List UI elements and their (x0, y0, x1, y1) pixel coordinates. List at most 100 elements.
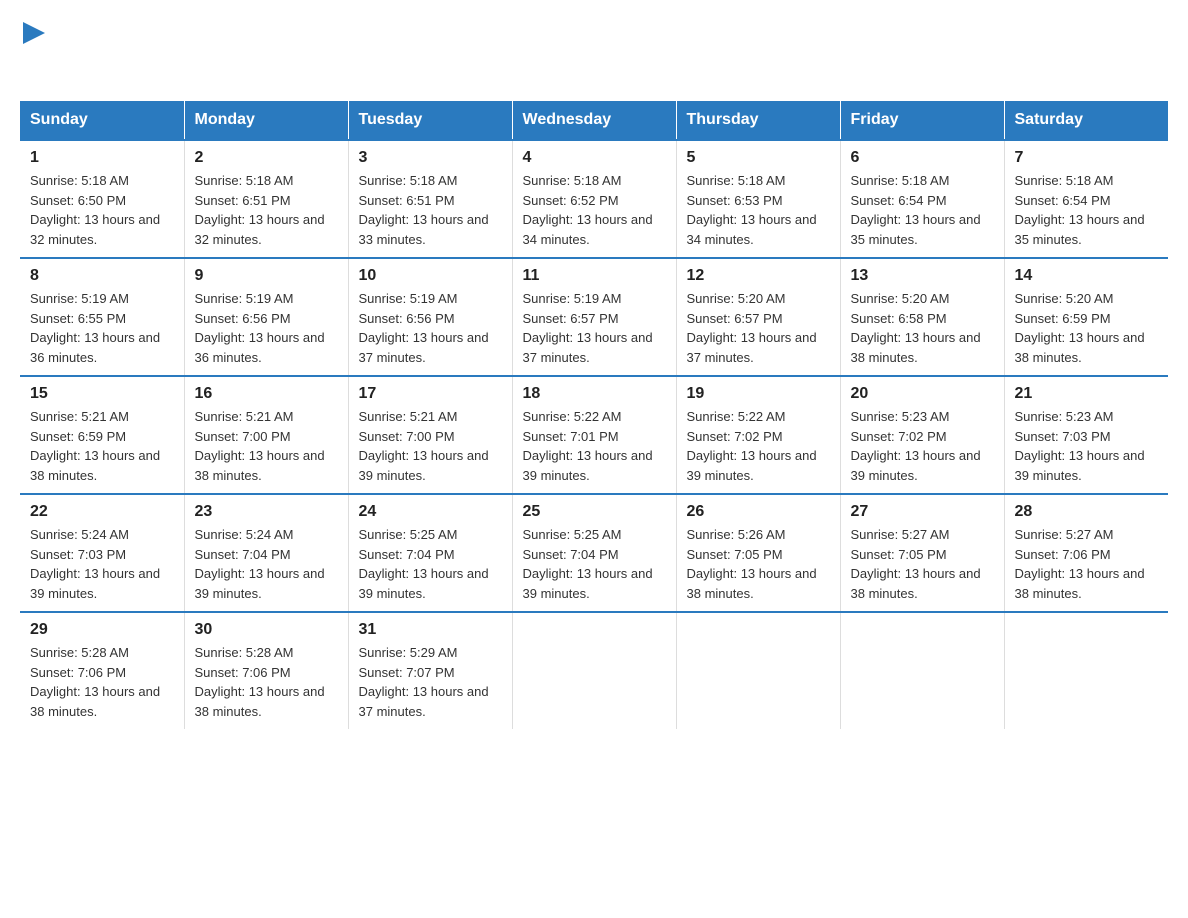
day-number: 9 (195, 267, 338, 285)
day-number: 1 (30, 149, 174, 167)
day-info: Sunrise: 5:19 AM Sunset: 6:55 PM Dayligh… (30, 289, 174, 367)
calendar-cell: 25 Sunrise: 5:25 AM Sunset: 7:04 PM Dayl… (512, 494, 676, 612)
calendar-cell (676, 612, 840, 729)
day-info: Sunrise: 5:26 AM Sunset: 7:05 PM Dayligh… (687, 525, 830, 603)
day-number: 23 (195, 503, 338, 521)
day-number: 4 (523, 149, 666, 167)
calendar-cell: 14 Sunrise: 5:20 AM Sunset: 6:59 PM Dayl… (1004, 258, 1168, 376)
day-info: Sunrise: 5:19 AM Sunset: 6:56 PM Dayligh… (195, 289, 338, 367)
day-number: 27 (851, 503, 994, 521)
weekday-header-thursday: Thursday (676, 101, 840, 140)
calendar-cell: 24 Sunrise: 5:25 AM Sunset: 7:04 PM Dayl… (348, 494, 512, 612)
weekday-header-monday: Monday (184, 101, 348, 140)
calendar-cell (840, 612, 1004, 729)
calendar-cell: 21 Sunrise: 5:23 AM Sunset: 7:03 PM Dayl… (1004, 376, 1168, 494)
day-number: 30 (195, 621, 338, 639)
day-info: Sunrise: 5:19 AM Sunset: 6:57 PM Dayligh… (523, 289, 666, 367)
day-info: Sunrise: 5:22 AM Sunset: 7:01 PM Dayligh… (523, 407, 666, 485)
day-number: 24 (359, 503, 502, 521)
calendar-cell: 27 Sunrise: 5:27 AM Sunset: 7:05 PM Dayl… (840, 494, 1004, 612)
calendar-cell: 19 Sunrise: 5:22 AM Sunset: 7:02 PM Dayl… (676, 376, 840, 494)
calendar-cell: 5 Sunrise: 5:18 AM Sunset: 6:53 PM Dayli… (676, 140, 840, 258)
day-number: 17 (359, 385, 502, 403)
day-number: 20 (851, 385, 994, 403)
weekday-header-friday: Friday (840, 101, 1004, 140)
day-info: Sunrise: 5:27 AM Sunset: 7:06 PM Dayligh… (1015, 525, 1159, 603)
day-info: Sunrise: 5:18 AM Sunset: 6:51 PM Dayligh… (195, 171, 338, 249)
day-number: 26 (687, 503, 830, 521)
calendar-week-row: 22 Sunrise: 5:24 AM Sunset: 7:03 PM Dayl… (20, 494, 1168, 612)
calendar-cell: 1 Sunrise: 5:18 AM Sunset: 6:50 PM Dayli… (20, 140, 184, 258)
calendar-cell: 15 Sunrise: 5:21 AM Sunset: 6:59 PM Dayl… (20, 376, 184, 494)
calendar-cell: 6 Sunrise: 5:18 AM Sunset: 6:54 PM Dayli… (840, 140, 1004, 258)
day-info: Sunrise: 5:18 AM Sunset: 6:54 PM Dayligh… (851, 171, 994, 249)
page-header (20, 20, 1168, 83)
day-info: Sunrise: 5:24 AM Sunset: 7:03 PM Dayligh… (30, 525, 174, 603)
weekday-header-saturday: Saturday (1004, 101, 1168, 140)
weekday-header-row: SundayMondayTuesdayWednesdayThursdayFrid… (20, 101, 1168, 140)
day-number: 6 (851, 149, 994, 167)
day-info: Sunrise: 5:29 AM Sunset: 7:07 PM Dayligh… (359, 643, 502, 721)
calendar-week-row: 1 Sunrise: 5:18 AM Sunset: 6:50 PM Dayli… (20, 140, 1168, 258)
day-info: Sunrise: 5:23 AM Sunset: 7:03 PM Dayligh… (1015, 407, 1159, 485)
calendar-cell: 26 Sunrise: 5:26 AM Sunset: 7:05 PM Dayl… (676, 494, 840, 612)
day-number: 16 (195, 385, 338, 403)
calendar-cell: 2 Sunrise: 5:18 AM Sunset: 6:51 PM Dayli… (184, 140, 348, 258)
day-number: 25 (523, 503, 666, 521)
calendar-cell: 20 Sunrise: 5:23 AM Sunset: 7:02 PM Dayl… (840, 376, 1004, 494)
calendar-cell: 9 Sunrise: 5:19 AM Sunset: 6:56 PM Dayli… (184, 258, 348, 376)
day-number: 19 (687, 385, 830, 403)
day-info: Sunrise: 5:20 AM Sunset: 6:59 PM Dayligh… (1015, 289, 1159, 367)
day-number: 8 (30, 267, 174, 285)
day-info: Sunrise: 5:21 AM Sunset: 6:59 PM Dayligh… (30, 407, 174, 485)
calendar-cell: 23 Sunrise: 5:24 AM Sunset: 7:04 PM Dayl… (184, 494, 348, 612)
day-info: Sunrise: 5:27 AM Sunset: 7:05 PM Dayligh… (851, 525, 994, 603)
calendar-cell: 7 Sunrise: 5:18 AM Sunset: 6:54 PM Dayli… (1004, 140, 1168, 258)
day-info: Sunrise: 5:19 AM Sunset: 6:56 PM Dayligh… (359, 289, 502, 367)
calendar-cell (512, 612, 676, 729)
calendar-cell: 13 Sunrise: 5:20 AM Sunset: 6:58 PM Dayl… (840, 258, 1004, 376)
calendar-cell: 12 Sunrise: 5:20 AM Sunset: 6:57 PM Dayl… (676, 258, 840, 376)
day-number: 7 (1015, 149, 1159, 167)
day-number: 31 (359, 621, 502, 639)
day-info: Sunrise: 5:23 AM Sunset: 7:02 PM Dayligh… (851, 407, 994, 485)
calendar-week-row: 8 Sunrise: 5:19 AM Sunset: 6:55 PM Dayli… (20, 258, 1168, 376)
day-info: Sunrise: 5:18 AM Sunset: 6:53 PM Dayligh… (687, 171, 830, 249)
day-info: Sunrise: 5:20 AM Sunset: 6:58 PM Dayligh… (851, 289, 994, 367)
day-number: 13 (851, 267, 994, 285)
calendar-cell: 22 Sunrise: 5:24 AM Sunset: 7:03 PM Dayl… (20, 494, 184, 612)
calendar-header: SundayMondayTuesdayWednesdayThursdayFrid… (20, 101, 1168, 140)
calendar-cell: 18 Sunrise: 5:22 AM Sunset: 7:01 PM Dayl… (512, 376, 676, 494)
calendar-cell: 31 Sunrise: 5:29 AM Sunset: 7:07 PM Dayl… (348, 612, 512, 729)
day-info: Sunrise: 5:21 AM Sunset: 7:00 PM Dayligh… (195, 407, 338, 485)
calendar-week-row: 15 Sunrise: 5:21 AM Sunset: 6:59 PM Dayl… (20, 376, 1168, 494)
day-number: 18 (523, 385, 666, 403)
calendar-cell (1004, 612, 1168, 729)
day-number: 2 (195, 149, 338, 167)
day-number: 22 (30, 503, 174, 521)
day-info: Sunrise: 5:25 AM Sunset: 7:04 PM Dayligh… (523, 525, 666, 603)
weekday-header-tuesday: Tuesday (348, 101, 512, 140)
day-number: 15 (30, 385, 174, 403)
day-number: 11 (523, 267, 666, 285)
calendar-cell: 30 Sunrise: 5:28 AM Sunset: 7:06 PM Dayl… (184, 612, 348, 729)
day-info: Sunrise: 5:18 AM Sunset: 6:52 PM Dayligh… (523, 171, 666, 249)
day-number: 21 (1015, 385, 1159, 403)
day-info: Sunrise: 5:18 AM Sunset: 6:51 PM Dayligh… (359, 171, 502, 249)
calendar-cell: 17 Sunrise: 5:21 AM Sunset: 7:00 PM Dayl… (348, 376, 512, 494)
day-info: Sunrise: 5:21 AM Sunset: 7:00 PM Dayligh… (359, 407, 502, 485)
day-info: Sunrise: 5:25 AM Sunset: 7:04 PM Dayligh… (359, 525, 502, 603)
logo-arrow-icon (23, 22, 45, 44)
weekday-header-wednesday: Wednesday (512, 101, 676, 140)
calendar-table: SundayMondayTuesdayWednesdayThursdayFrid… (20, 101, 1168, 729)
day-number: 5 (687, 149, 830, 167)
calendar-cell: 4 Sunrise: 5:18 AM Sunset: 6:52 PM Dayli… (512, 140, 676, 258)
calendar-body: 1 Sunrise: 5:18 AM Sunset: 6:50 PM Dayli… (20, 140, 1168, 729)
calendar-cell: 16 Sunrise: 5:21 AM Sunset: 7:00 PM Dayl… (184, 376, 348, 494)
logo (20, 20, 45, 83)
day-number: 14 (1015, 267, 1159, 285)
day-number: 29 (30, 621, 174, 639)
day-number: 28 (1015, 503, 1159, 521)
day-info: Sunrise: 5:24 AM Sunset: 7:04 PM Dayligh… (195, 525, 338, 603)
calendar-week-row: 29 Sunrise: 5:28 AM Sunset: 7:06 PM Dayl… (20, 612, 1168, 729)
